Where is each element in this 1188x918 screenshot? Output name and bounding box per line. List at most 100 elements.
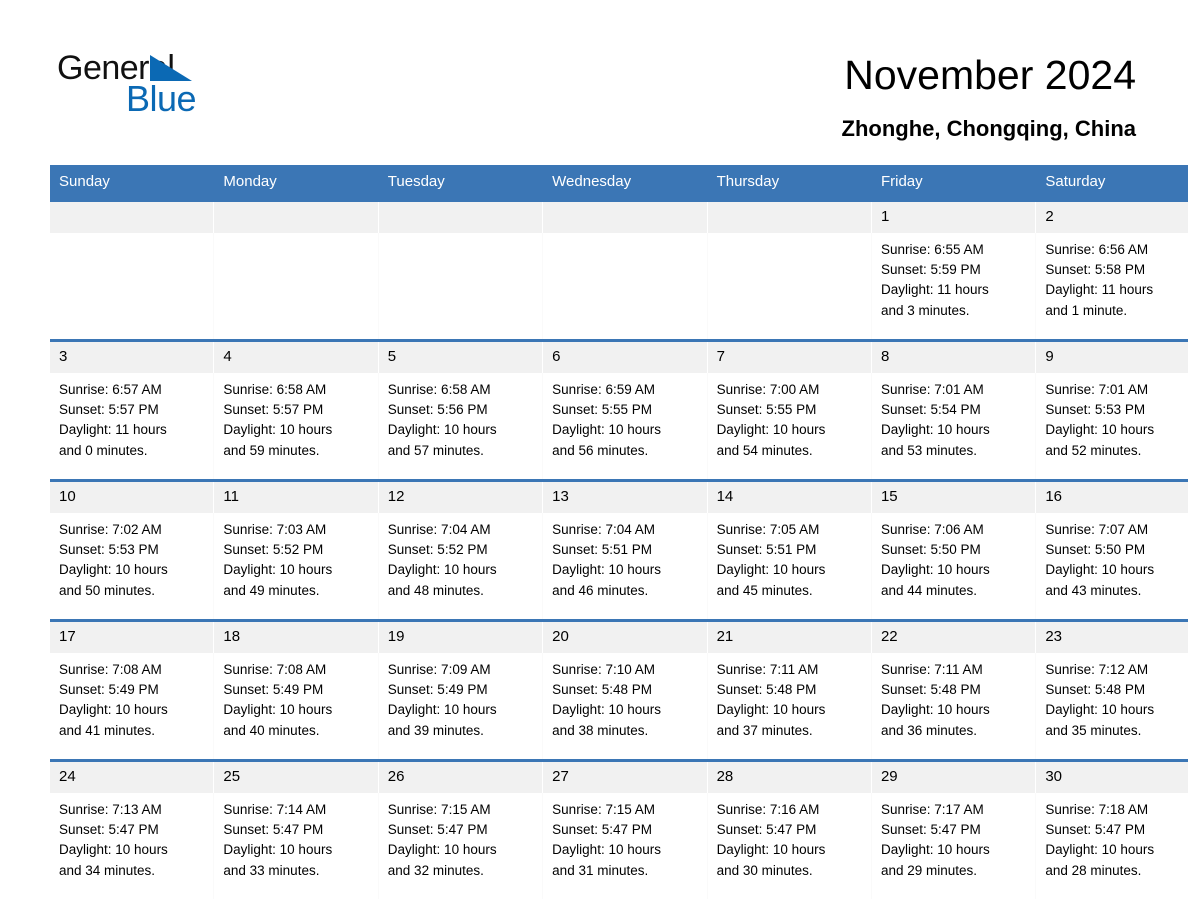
calendar-day-cell[interactable]: 17 Sunrise: 7:08 AM Sunset: 5:49 PM Dayligh… xyxy=(50,619,215,761)
calendar-day-cell[interactable]: 26 Sunrise: 7:15 AM Sunset: 5:47 PM Dayligh… xyxy=(378,759,544,899)
day-number: 24 xyxy=(50,762,215,793)
calendar-day-cell[interactable]: 30 Sunrise: 7:18 AM Sunset: 5:47 PM Dayligh… xyxy=(1036,759,1188,899)
daylight-text-line1: Daylight: 11 hours xyxy=(880,282,989,298)
sunrise-text: Sunrise: 7:12 AM xyxy=(1045,662,1149,677)
daylight-text-line1: Daylight: 10 hours xyxy=(59,702,168,718)
calendar-day-cell[interactable]: 21 Sunrise: 7:11 AM Sunset: 5:48 PM Dayligh… xyxy=(707,619,872,761)
daylight-text-line2: and 3 minutes. xyxy=(880,302,970,318)
sunset-text: Sunset: 5:58 PM xyxy=(1045,262,1146,278)
calendar-day-cell[interactable]: 11 Sunrise: 7:03 AM Sunset: 5:52 PM Dayligh… xyxy=(214,479,379,621)
day-number: 21 xyxy=(707,622,872,653)
calendar-day-cell[interactable]: 4 Sunrise: 6:58 AM Sunset: 5:57 PM Daylight… xyxy=(214,339,379,481)
generalblue-logo[interactable]: General Blue xyxy=(57,48,237,120)
daylight-text-line1: Daylight: 10 hours xyxy=(59,562,168,578)
sunset-text: Sunset: 5:47 PM xyxy=(387,822,488,838)
day-sun-info: Sunrise: 7:08 AM Sunset: 5:49 PM Daylight:… xyxy=(50,653,215,759)
day-sun-info xyxy=(50,233,215,339)
day-sun-info xyxy=(379,233,544,339)
sunset-text: Sunset: 5:53 PM xyxy=(59,542,159,558)
daylight-text-line1: Daylight: 10 hours xyxy=(716,702,826,718)
day-number: 12 xyxy=(378,482,544,513)
daylight-text-line2: and 35 minutes. xyxy=(1045,722,1142,738)
calendar-day-cell[interactable]: 14 Sunrise: 7:05 AM Sunset: 5:51 PM Dayligh… xyxy=(707,479,872,621)
calendar-day-cell[interactable]: 28 Sunrise: 7:16 AM Sunset: 5:47 PM Dayligh… xyxy=(707,759,872,899)
calendar-day-cell[interactable]: 22 Sunrise: 7:11 AM Sunset: 5:48 PM Dayligh… xyxy=(871,619,1037,761)
calendar-day-cell-empty xyxy=(707,199,872,341)
day-sun-info: Sunrise: 6:58 AM Sunset: 5:57 PM Daylight:… xyxy=(214,373,379,479)
day-sun-info: Sunrise: 7:01 AM Sunset: 5:53 PM Daylight:… xyxy=(1036,373,1188,479)
calendar-day-cell[interactable]: 13 Sunrise: 7:04 AM Sunset: 5:51 PM Dayligh… xyxy=(543,479,708,621)
calendar-day-cell[interactable]: 24 Sunrise: 7:13 AM Sunset: 5:47 PM Dayligh… xyxy=(50,759,215,899)
day-number: 15 xyxy=(871,482,1037,513)
day-sun-info: Sunrise: 7:14 AM Sunset: 5:47 PM Daylight:… xyxy=(214,793,379,899)
calendar-day-cell[interactable]: 27 Sunrise: 7:15 AM Sunset: 5:47 PM Dayligh… xyxy=(543,759,708,899)
weekday-header-saturday: Saturday xyxy=(1036,165,1188,201)
day-sun-info: Sunrise: 7:13 AM Sunset: 5:47 PM Daylight:… xyxy=(50,793,215,899)
calendar-day-cell[interactable]: 9 Sunrise: 7:01 AM Sunset: 5:53 PM Daylight… xyxy=(1036,339,1188,481)
weekday-header-friday: Friday xyxy=(871,165,1037,201)
sunrise-text: Sunrise: 7:10 AM xyxy=(552,662,655,677)
day-sun-info: Sunrise: 7:17 AM Sunset: 5:47 PM Daylight:… xyxy=(872,793,1037,899)
sunset-text: Sunset: 5:50 PM xyxy=(880,542,981,558)
sunset-text: Sunset: 5:51 PM xyxy=(552,542,652,558)
day-sun-info: Sunrise: 6:58 AM Sunset: 5:56 PM Daylight:… xyxy=(379,373,544,479)
daylight-text-line1: Daylight: 10 hours xyxy=(387,702,497,718)
calendar-day-cell[interactable]: 15 Sunrise: 7:06 AM Sunset: 5:50 PM Dayligh… xyxy=(871,479,1037,621)
calendar-day-cell-empty xyxy=(50,199,215,341)
sunset-text: Sunset: 5:53 PM xyxy=(1045,402,1146,418)
day-number xyxy=(50,202,215,233)
sunset-text: Sunset: 5:47 PM xyxy=(552,822,652,838)
daylight-text-line1: Daylight: 10 hours xyxy=(1045,422,1155,438)
sunset-text: Sunset: 5:49 PM xyxy=(387,682,488,698)
calendar-day-cell-empty xyxy=(214,199,379,341)
calendar-day-cell[interactable]: 25 Sunrise: 7:14 AM Sunset: 5:47 PM Dayligh… xyxy=(214,759,379,899)
calendar-day-cell[interactable]: 23 Sunrise: 7:12 AM Sunset: 5:48 PM Dayligh… xyxy=(1036,619,1188,761)
day-number: 14 xyxy=(707,482,872,513)
calendar-day-cell[interactable]: 6 Sunrise: 6:59 AM Sunset: 5:55 PM Daylight… xyxy=(543,339,708,481)
calendar-day-cell[interactable]: 12 Sunrise: 7:04 AM Sunset: 5:52 PM Dayligh… xyxy=(378,479,544,621)
calendar-day-cell[interactable]: 18 Sunrise: 7:08 AM Sunset: 5:49 PM Dayligh… xyxy=(214,619,379,761)
daylight-text-line1: Daylight: 10 hours xyxy=(552,422,661,438)
page-title: November 2024 xyxy=(844,52,1136,98)
calendar-day-cell[interactable]: 1 Sunrise: 6:55 AM Sunset: 5:59 PM Daylight… xyxy=(871,199,1037,341)
sunset-text: Sunset: 5:56 PM xyxy=(387,402,488,418)
sunrise-text: Sunrise: 7:08 AM xyxy=(223,662,327,677)
sunset-text: Sunset: 5:48 PM xyxy=(1045,682,1146,698)
daylight-text-line2: and 34 minutes. xyxy=(59,862,156,878)
sunrise-text: Sunrise: 7:06 AM xyxy=(880,522,984,537)
day-sun-info: Sunrise: 7:03 AM Sunset: 5:52 PM Daylight:… xyxy=(214,513,379,619)
calendar-day-cell-empty xyxy=(378,199,544,341)
day-sun-info: Sunrise: 7:05 AM Sunset: 5:51 PM Daylight:… xyxy=(708,513,872,619)
day-sun-info: Sunrise: 7:15 AM Sunset: 5:47 PM Daylight:… xyxy=(543,793,708,899)
calendar-day-cell[interactable]: 16 Sunrise: 7:07 AM Sunset: 5:50 PM Dayligh… xyxy=(1036,479,1188,621)
day-sun-info: Sunrise: 7:18 AM Sunset: 5:47 PM Daylight:… xyxy=(1036,793,1188,899)
day-number: 2 xyxy=(1036,202,1188,233)
daylight-text-line1: Daylight: 10 hours xyxy=(716,842,826,858)
calendar-day-cell[interactable]: 20 Sunrise: 7:10 AM Sunset: 5:48 PM Dayligh… xyxy=(543,619,708,761)
sunrise-text: Sunrise: 7:09 AM xyxy=(387,662,491,677)
sunset-text: Sunset: 5:48 PM xyxy=(716,682,817,698)
daylight-text-line2: and 39 minutes. xyxy=(387,722,484,738)
calendar-day-cell[interactable]: 29 Sunrise: 7:17 AM Sunset: 5:47 PM Dayligh… xyxy=(871,759,1037,899)
daylight-text-line2: and 43 minutes. xyxy=(1045,582,1142,598)
calendar-day-cell[interactable]: 7 Sunrise: 7:00 AM Sunset: 5:55 PM Daylight… xyxy=(707,339,872,481)
calendar-day-cell-empty xyxy=(543,199,708,341)
daylight-text-line2: and 28 minutes. xyxy=(1045,862,1142,878)
sunrise-text: Sunrise: 7:11 AM xyxy=(716,662,819,677)
calendar-day-cell[interactable]: 10 Sunrise: 7:02 AM Sunset: 5:53 PM Dayligh… xyxy=(50,479,215,621)
calendar-day-cell[interactable]: 8 Sunrise: 7:01 AM Sunset: 5:54 PM Daylight… xyxy=(871,339,1037,481)
sunrise-text: Sunrise: 7:18 AM xyxy=(1045,802,1149,817)
daylight-text-line1: Daylight: 10 hours xyxy=(387,422,497,438)
calendar-day-cell[interactable]: 5 Sunrise: 6:58 AM Sunset: 5:56 PM Daylight… xyxy=(378,339,544,481)
daylight-text-line2: and 53 minutes. xyxy=(880,442,978,458)
daylight-text-line1: Daylight: 10 hours xyxy=(716,422,826,438)
calendar-day-cell[interactable]: 3 Sunrise: 6:57 AM Sunset: 5:57 PM Daylight… xyxy=(50,339,215,481)
daylight-text-line1: Daylight: 10 hours xyxy=(880,702,990,718)
daylight-text-line2: and 45 minutes. xyxy=(716,582,813,598)
daylight-text-line2: and 46 minutes. xyxy=(552,582,649,598)
sunrise-text: Sunrise: 7:05 AM xyxy=(716,522,820,537)
calendar-day-cell[interactable]: 2 Sunrise: 6:56 AM Sunset: 5:58 PM Daylight… xyxy=(1036,199,1188,341)
calendar-week-row: 3 Sunrise: 6:57 AM Sunset: 5:57 PM Daylight… xyxy=(50,339,1188,481)
calendar-day-cell[interactable]: 19 Sunrise: 7:09 AM Sunset: 5:49 PM Dayligh… xyxy=(378,619,544,761)
sunrise-text: Sunrise: 7:15 AM xyxy=(387,802,491,817)
